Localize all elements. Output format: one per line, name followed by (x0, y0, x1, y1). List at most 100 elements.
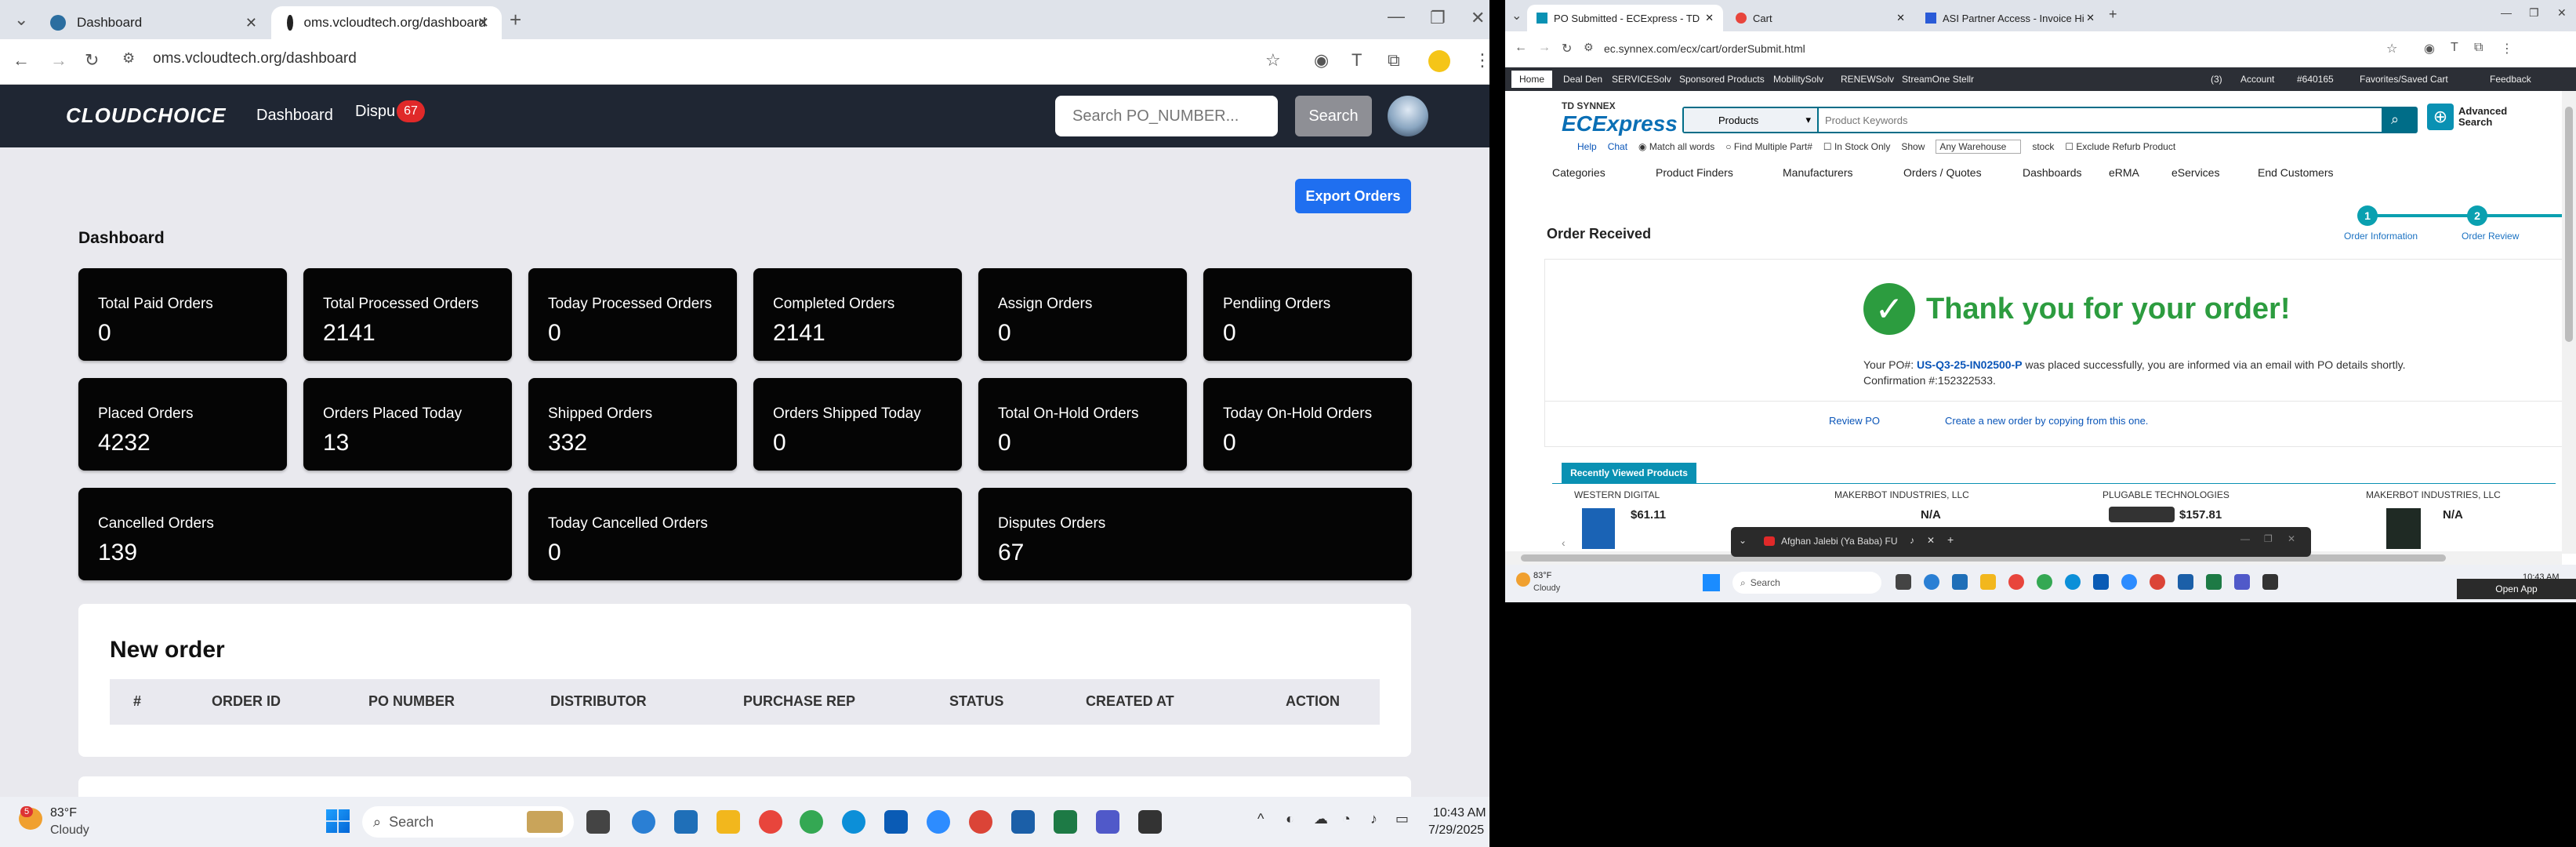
edge-icon[interactable] (842, 810, 865, 834)
window-close-icon[interactable]: ✕ (2288, 533, 2295, 544)
teams-icon[interactable] (1096, 810, 1119, 834)
task-view-icon[interactable] (1896, 574, 1911, 590)
battery-icon[interactable]: ▭ (1395, 811, 1409, 827)
stat-card-today-cancelled[interactable]: Today Cancelled Orders 0 (528, 488, 962, 580)
product-maker[interactable]: MAKERBOT INDUSTRIES, LLC (2366, 489, 2501, 500)
search-button[interactable]: Search (1295, 96, 1372, 136)
bookmark-star-icon[interactable]: ☆ (2386, 41, 2397, 56)
topbar-feedback[interactable]: Feedback (2490, 74, 2531, 85)
open-app-button[interactable]: Open App (2457, 579, 2576, 599)
tray-chevron-icon[interactable]: ^ (1257, 811, 1264, 827)
outlook-icon[interactable] (884, 810, 908, 834)
topbar-streamone[interactable]: StreamOne Stellr (1902, 74, 1974, 85)
remote-desktop-icon[interactable] (1011, 810, 1035, 834)
restore-icon[interactable]: ❐ (2264, 533, 2273, 544)
nav-dashboard[interactable]: Dashboard (256, 107, 333, 125)
bookmark-star-icon[interactable]: ☆ (1265, 50, 1281, 71)
topbar-deal-den[interactable]: Deal Den (1563, 74, 1602, 85)
chrome-icon[interactable] (759, 810, 782, 834)
product-image[interactable] (1582, 508, 1615, 549)
minimize-icon[interactable]: — (1388, 6, 1405, 27)
extension-icon[interactable]: ◉ (1314, 50, 1329, 71)
topbar-home[interactable]: Home (1511, 71, 1553, 88)
tab-cart[interactable]: Cart ✕ (1726, 5, 1914, 31)
menu-product-finders[interactable]: Product Finders (1656, 166, 1733, 179)
minimize-icon[interactable]: — (2501, 6, 2512, 19)
reload-icon[interactable]: ↻ (85, 50, 99, 71)
tab-close-icon[interactable]: ✕ (245, 15, 257, 31)
chevron-down-icon[interactable]: ⌄ (1739, 535, 1747, 546)
tab-close-icon[interactable]: ✕ (1896, 12, 1905, 24)
site-info-icon[interactable]: ⚙ (122, 50, 135, 67)
product-maker[interactable]: PLUGABLE TECHNOLOGIES (2103, 489, 2230, 500)
tab-asi-partner[interactable]: ASI Partner Access - Invoice Hi ✕ (1916, 5, 2104, 31)
chat-link[interactable]: Chat (1608, 141, 1627, 152)
zoom-icon[interactable] (927, 810, 950, 834)
window-close-icon[interactable]: ✕ (2557, 6, 2567, 20)
popup-close-icon[interactable]: ✕ (1927, 535, 1935, 546)
stat-card-disputes[interactable]: Disputes Orders 67 (978, 488, 1412, 580)
warehouse-select[interactable]: Any Warehouse (1936, 140, 2022, 154)
minimize-icon[interactable]: — (2240, 533, 2250, 544)
menu-kebab-icon[interactable]: ⋮ (1474, 50, 1489, 71)
zoom-icon[interactable] (2121, 574, 2137, 590)
back-icon[interactable]: ← (1515, 41, 1527, 55)
stat-card-assign[interactable]: Assign Orders 0 (978, 268, 1187, 361)
task-view-icon[interactable] (586, 810, 610, 834)
menu-orders-quotes[interactable]: Orders / Quotes (1903, 166, 1982, 179)
tab-search-chevron-icon[interactable]: ⌄ (1511, 8, 1522, 24)
url-text[interactable]: oms.vcloudtech.org/dashboard (153, 50, 357, 67)
chrome-alt-icon[interactable] (2150, 574, 2165, 590)
teams-icon[interactable] (2234, 574, 2250, 590)
stat-card-cancelled[interactable]: Cancelled Orders 139 (78, 488, 512, 580)
puzzle-icon[interactable]: ⧉ (1388, 50, 1400, 71)
volume-icon[interactable]: ♪ (1370, 811, 1377, 827)
product-keyword-input[interactable] (1819, 108, 2382, 132)
back-icon[interactable]: ← (13, 50, 30, 71)
advanced-search-button[interactable]: ⊕ Advanced Search (2427, 104, 2521, 130)
create-new-order-link[interactable]: Create a new order by copying from this … (1945, 415, 2148, 427)
taskbar-search[interactable]: ⌕ Search (362, 806, 574, 838)
excel-icon[interactable] (2206, 574, 2222, 590)
product-image[interactable] (2386, 508, 2421, 549)
wifi-icon[interactable]: ◔ (1342, 811, 1351, 827)
tab-dashboard[interactable]: Dashboard ✕ (34, 6, 270, 39)
scrollbar-thumb[interactable] (2565, 107, 2573, 342)
menu-kebab-icon[interactable]: ⋮ (2501, 41, 2513, 56)
review-po-link[interactable]: Review PO (1829, 415, 1880, 427)
reading-mode-icon[interactable]: T (1351, 50, 1362, 71)
file-explorer-icon[interactable] (717, 810, 740, 834)
stat-card-today-processed[interactable]: Today Processed Orders 0 (528, 268, 737, 361)
ecexpress-logo[interactable]: TD SYNNEX ECExpress (1562, 100, 1678, 136)
terminal-icon[interactable] (2262, 574, 2278, 590)
stat-card-placed[interactable]: Placed Orders 4232 (78, 378, 287, 471)
weather-icon[interactable] (1516, 573, 1530, 587)
product-maker[interactable]: WESTERN DIGITAL (1574, 489, 1660, 500)
stat-card-today-on-hold[interactable]: Today On-Hold Orders 0 (1203, 378, 1412, 471)
topbar-mobilitysolv[interactable]: MobilitySolv (1773, 74, 1823, 85)
menu-eservices[interactable]: eServices (2171, 166, 2219, 179)
restore-icon[interactable]: ❐ (2529, 6, 2539, 20)
chrome-alt-icon[interactable] (969, 810, 992, 834)
calculator-icon[interactable] (1952, 574, 1968, 590)
cloudchoice-logo[interactable]: CLOUDCHOICE (66, 104, 227, 128)
user-avatar[interactable] (1388, 96, 1428, 136)
stat-card-shipped[interactable]: Shipped Orders 332 (528, 378, 737, 471)
tab-po-submitted[interactable]: PO Submitted - ECExpress - TD ✕ (1527, 5, 1723, 31)
extension-icon[interactable]: ◉ (2424, 41, 2435, 56)
search-icon[interactable]: ⌕ (2391, 111, 2399, 128)
topbar-favorites[interactable]: Favorites/Saved Cart (2360, 74, 2448, 85)
windows-start-icon[interactable] (1703, 574, 1720, 591)
product-maker[interactable]: MAKERBOT INDUSTRIES, LLC (1834, 489, 1969, 500)
excel-icon[interactable] (1054, 810, 1077, 834)
opt-in-stock[interactable]: ☐ In Stock Only (1823, 141, 1890, 152)
search-category-select[interactable]: Products ▾ (1684, 108, 1817, 132)
copilot-icon[interactable] (1924, 574, 1939, 590)
remote-desktop-icon[interactable] (2178, 574, 2193, 590)
po-number-link[interactable]: US-Q3-25-IN02500-P (1917, 358, 2023, 371)
tab-search-chevron-icon[interactable]: ⌄ (14, 9, 28, 30)
file-explorer-icon[interactable] (1980, 574, 1996, 590)
chrome-profile-icon[interactable] (2037, 574, 2052, 590)
nav-disputes[interactable]: Dispu 67 (355, 100, 425, 122)
stat-card-total-processed[interactable]: Total Processed Orders 2141 (303, 268, 512, 361)
